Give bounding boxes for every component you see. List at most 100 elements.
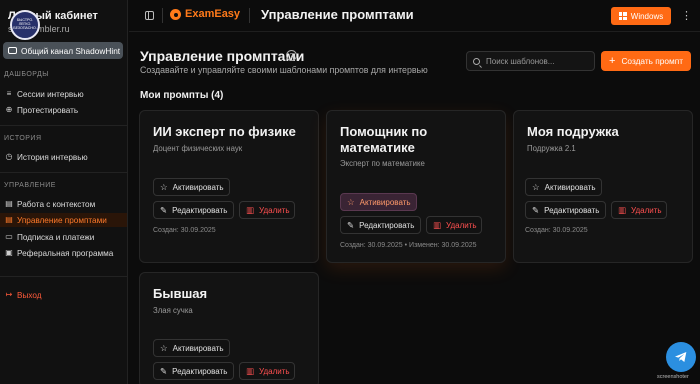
edit-button[interactable]: ✎ Редактировать — [153, 362, 234, 380]
create-prompt-label: Создать промпт — [621, 56, 683, 66]
prompt-card-title: Помощник по математике — [340, 124, 428, 156]
sidebar-item-label: История интервью — [17, 152, 88, 162]
windows-label: Windows — [630, 11, 664, 21]
divider — [0, 125, 128, 126]
channel-button[interactable]: Общий канал ShadowHint — [3, 42, 123, 59]
edit-label: Редактировать — [544, 205, 600, 215]
divider — [0, 172, 128, 173]
sidebar-item-label: Управление промптами — [17, 215, 107, 225]
prompt-card: ИИ эксперт по физике Доцент физических н… — [139, 110, 319, 263]
delete-label: Удалить — [631, 205, 662, 215]
windows-icon — [618, 12, 627, 20]
prompt-card-title: ИИ эксперт по физике — [153, 124, 296, 139]
top-bar: ExamEasy Управление промптами Windows ⋮ — [129, 0, 700, 32]
activate-button[interactable]: ☆ Активировать — [153, 178, 230, 196]
section-heading: Мои промпты (4) — [140, 90, 224, 101]
divider — [162, 8, 163, 23]
telegram-icon — [675, 352, 687, 362]
sidebar-item-label: Протестировать — [17, 105, 79, 115]
activate-label: Активировать — [359, 197, 411, 207]
activate-label: Активировать — [172, 343, 224, 353]
document-icon: ▤ — [5, 199, 13, 208]
sidebar: Личный кабинет s...@rambler.ru БЫСТРО. Л… — [0, 0, 128, 384]
prompt-card-title: Моя подружка — [527, 124, 619, 139]
search-field[interactable] — [466, 51, 595, 71]
main-title: Управление промптами — [140, 48, 305, 64]
question-circle-icon[interactable]: ? — [286, 50, 297, 61]
chat-icon — [8, 47, 17, 54]
trash-icon: ▥ — [246, 204, 255, 215]
edit-button[interactable]: ✎ Редактировать — [340, 216, 421, 234]
divider — [249, 8, 250, 23]
telegram-button[interactable] — [666, 342, 696, 372]
edit-label: Редактировать — [172, 366, 228, 376]
sidebar-item-label: Работа с контекстом — [17, 199, 96, 209]
delete-label: Удалить — [259, 205, 290, 215]
star-icon: ☆ — [160, 342, 168, 353]
sidebar-item-billing[interactable]: ▭ Подписка и платежи — [0, 230, 127, 244]
delete-button[interactable]: ▥ Удалить — [239, 201, 295, 219]
watermark: screenshoter — [657, 374, 689, 380]
edit-button[interactable]: ✎ Редактировать — [153, 201, 234, 219]
file-text-icon: ▤ — [5, 215, 13, 224]
more-icon[interactable]: ⋮ — [681, 9, 692, 22]
edit-icon: ✎ — [347, 219, 355, 230]
prompt-card-desc: Доцент физических наук — [153, 144, 243, 153]
prompt-card-desc: Злая сучка — [153, 306, 193, 315]
sidebar-toggle-icon[interactable] — [145, 11, 154, 20]
examease-logo-icon — [170, 9, 181, 20]
avatar-badge-text: БЫСТРО. ЛЕГКО. БЕЗОПАСНО. — [13, 18, 37, 30]
edit-icon: ✎ — [532, 204, 540, 215]
sidebar-item-referral[interactable]: ▣ Реферальная программа — [0, 246, 127, 260]
activate-label: Активировать — [172, 182, 224, 192]
brand-name: ExamEasy — [185, 8, 241, 20]
prompt-card: Бывшая Злая сучка ☆ Активировать ✎ Редакти… — [139, 272, 319, 384]
sidebar-item-label: Реферальная программа — [17, 248, 114, 258]
delete-button[interactable]: ▥ Удалить — [239, 362, 295, 380]
edit-icon: ✎ — [160, 365, 168, 376]
logout-icon: ↦ — [5, 290, 13, 299]
sidebar-item-test[interactable]: ⊕ Протестировать — [0, 103, 127, 117]
trash-icon: ▥ — [618, 204, 627, 215]
delete-label: Удалить — [446, 220, 477, 230]
edit-label: Редактировать — [359, 220, 415, 230]
activate-button[interactable]: ☆ Активировать — [153, 339, 230, 357]
delete-label: Удалить — [259, 366, 290, 376]
sidebar-item-context[interactable]: ▤ Работа с контекстом — [0, 197, 127, 211]
prompt-card: Моя подружка Подружка 2.1 ☆ Активировать … — [513, 110, 693, 263]
edit-button[interactable]: ✎ Редактировать — [525, 201, 606, 219]
logout-button[interactable]: ↦ Выход — [0, 288, 127, 302]
main-subtitle: Создавайте и управляйте своими шаблонами… — [140, 65, 428, 75]
prompt-card: Помощник по математике Эксперт по матема… — [326, 110, 506, 263]
section-dashboards: ДАШБОРДЫ — [4, 71, 49, 78]
gift-icon: ▣ — [5, 248, 13, 257]
sidebar-item-prompts[interactable]: ▤ Управление промптами — [0, 213, 127, 227]
prompt-card-date: Создан: 30.09.2025 — [525, 227, 588, 234]
sidebar-item-sessions[interactable]: ≡ Сессии интервью — [0, 87, 127, 101]
prompt-card-date: Создан: 30.09.2025 • Изменен: 30.09.2025 — [340, 242, 477, 249]
section-history: ИСТОРИЯ — [4, 135, 42, 142]
delete-button[interactable]: ▥ Удалить — [611, 201, 667, 219]
sidebar-item-history[interactable]: ◷ История интервью — [0, 150, 127, 164]
clock-icon: ◷ — [5, 152, 13, 161]
star-icon: ☆ — [532, 181, 540, 192]
edit-icon: ✎ — [160, 204, 168, 215]
sidebar-item-label: Сессии интервью — [17, 89, 84, 99]
plus-icon: + — [609, 54, 616, 67]
page-title: Управление промптами — [261, 7, 414, 22]
avatar[interactable]: БЫСТРО. ЛЕГКО. БЕЗОПАСНО. — [10, 10, 40, 40]
delete-button[interactable]: ▥ Удалить — [426, 216, 482, 234]
windows-download-button[interactable]: Windows — [611, 7, 671, 25]
trash-icon: ▥ — [433, 219, 442, 230]
activate-label: Активировать — [544, 182, 596, 192]
star-icon: ☆ — [160, 181, 168, 192]
activate-button[interactable]: ☆ Активировать — [340, 193, 417, 211]
section-management: УПРАВЛЕНИЕ — [4, 182, 56, 189]
search-input[interactable] — [486, 56, 586, 66]
flask-icon: ⊕ — [5, 105, 13, 114]
activate-button[interactable]: ☆ Активировать — [525, 178, 602, 196]
prompt-card-desc: Подружка 2.1 — [527, 144, 576, 153]
create-prompt-button[interactable]: + Создать промпт — [601, 51, 691, 71]
edit-label: Редактировать — [172, 205, 228, 215]
credit-card-icon: ▭ — [5, 232, 13, 241]
